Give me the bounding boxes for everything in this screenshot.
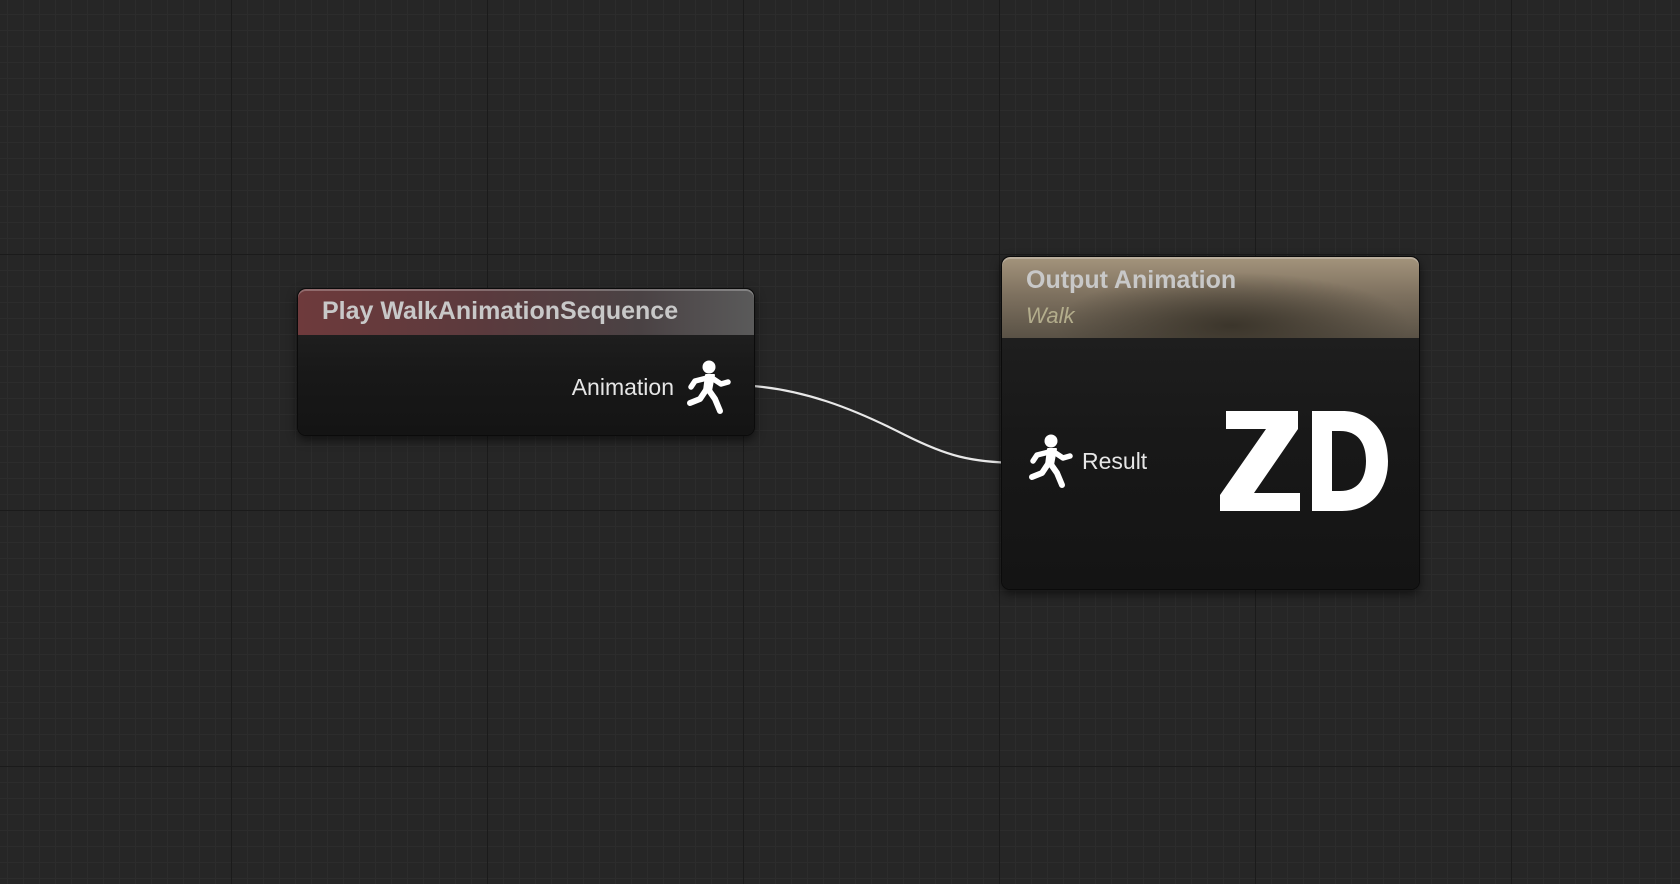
result-input-pin[interactable]: Result [1026,433,1147,489]
play-animation-node[interactable]: Play WalkAnimationSequence Animation [297,288,755,436]
pin-label: Animation [571,373,674,400]
animation-output-pin[interactable]: Animation [572,359,732,415]
node-title: Play WalkAnimationSequence [322,297,679,325]
zd-logo [1220,407,1390,517]
running-man-icon[interactable] [684,359,732,415]
zd-logo-graphic [1220,411,1388,511]
pin-label: Result [1082,447,1148,474]
node-header[interactable]: Play WalkAnimationSequence [298,289,754,335]
output-animation-node[interactable]: Output Animation Walk Result [1001,256,1420,590]
node-header[interactable]: Output Animation Walk [1002,257,1419,338]
node-subtitle: Walk [1026,303,1075,328]
graph-canvas[interactable] [0,0,1680,884]
running-man-icon[interactable] [1026,433,1074,489]
node-title: Output Animation [1026,266,1237,294]
